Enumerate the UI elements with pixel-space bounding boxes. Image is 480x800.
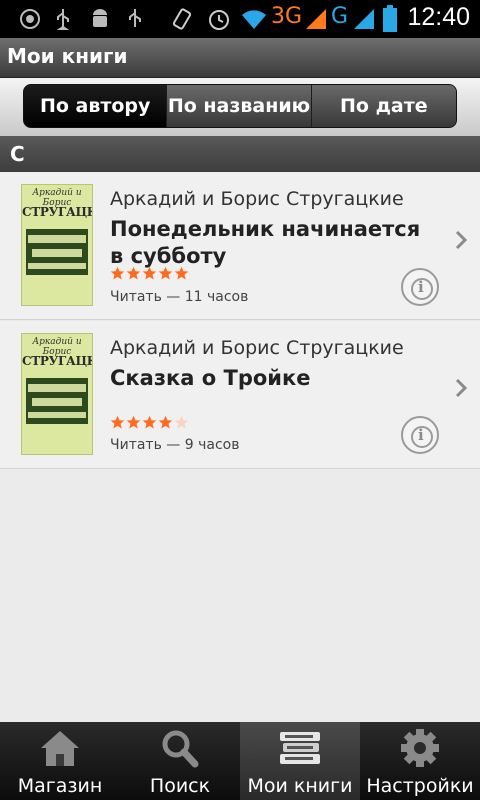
sort-bar: По автору По названию По дате xyxy=(0,78,480,136)
status-bar: 3G G 12:40 xyxy=(0,0,480,38)
usb-icon-2 xyxy=(129,9,141,27)
cover-author: Аркадий и Борис xyxy=(32,337,82,357)
cover-artwork xyxy=(26,229,88,275)
usb-icon xyxy=(56,9,70,30)
tab-store[interactable]: Магазин xyxy=(0,722,120,800)
title-bar: Мои книги xyxy=(0,38,480,78)
star-filled-icon xyxy=(158,266,173,280)
search-icon xyxy=(162,730,199,768)
tab-search[interactable]: Поиск xyxy=(120,722,240,800)
rating-stars xyxy=(110,415,189,430)
book-title: Сказка о Тройке xyxy=(110,366,311,390)
page-title: Мои книги xyxy=(7,44,128,68)
star-filled-icon xyxy=(174,266,189,280)
book-title: Понедельник начинается в субботу xyxy=(110,217,421,268)
star-filled-icon xyxy=(126,266,141,280)
tab-store-label: Магазин xyxy=(17,775,103,797)
book-row[interactable]: Аркадий и Борис СТРУГАЦКИЕ Аркадий и Бор… xyxy=(0,321,480,469)
chevron-right-icon[interactable] xyxy=(454,229,468,251)
tab-settings[interactable]: Настройки xyxy=(360,722,480,800)
tab-my-books-label: Мои книги xyxy=(247,775,353,797)
star-filled-icon xyxy=(110,266,125,280)
read-time: Читать — 11 часов xyxy=(110,289,249,305)
gear-icon xyxy=(401,729,439,767)
star-filled-icon xyxy=(126,415,141,429)
rating-stars xyxy=(110,266,189,281)
sort-by-date-tab[interactable]: По дате xyxy=(311,85,456,127)
star-empty-icon xyxy=(174,415,189,429)
book-author: Аркадий и Борис Стругацкие xyxy=(110,188,404,210)
alarm-icon xyxy=(209,10,229,30)
books-icon xyxy=(280,732,320,764)
cover-title: СТРУГАЦКИЕ xyxy=(22,205,92,219)
location-icon xyxy=(20,9,40,29)
cover-author: Аркадий и Борис xyxy=(32,188,82,208)
read-time: Читать — 9 часов xyxy=(110,437,240,453)
sort-by-title-tab[interactable]: По названию xyxy=(167,85,312,127)
signal-3g-icon xyxy=(306,9,326,29)
status-time: 12:40 xyxy=(407,3,470,31)
info-icon: i xyxy=(418,426,424,444)
book-cover: Аркадий и Борис СТРУГАЦКИЕ xyxy=(21,184,93,306)
battery-icon xyxy=(383,5,397,32)
chevron-right-icon[interactable] xyxy=(454,377,468,399)
star-filled-icon xyxy=(110,415,125,429)
vibrate-icon xyxy=(172,8,192,30)
star-filled-icon xyxy=(158,415,173,429)
sort-segmented-control: По автору По названию По дате xyxy=(23,84,457,128)
signal-g-icon xyxy=(354,9,374,29)
star-filled-icon xyxy=(142,415,157,429)
network-3g-label: 3G xyxy=(271,4,303,29)
android-debug-icon xyxy=(93,9,107,27)
info-button[interactable]: i xyxy=(401,268,439,306)
info-button[interactable]: i xyxy=(401,416,439,454)
tab-my-books[interactable]: Мои книги xyxy=(240,722,360,800)
cover-artwork xyxy=(26,378,88,424)
section-letter: С xyxy=(10,142,25,166)
network-g-label: G xyxy=(331,4,349,29)
tab-search-label: Поиск xyxy=(149,775,211,797)
bottom-tab-bar: Магазин Поиск Мои книги Настройки xyxy=(0,722,480,800)
book-cover: Аркадий и Борис СТРУГАЦКИЕ xyxy=(21,333,93,455)
info-icon: i xyxy=(418,278,424,296)
book-row[interactable]: Аркадий и Борис СТРУГАЦКИЕ Аркадий и Бор… xyxy=(0,172,480,320)
cover-title: СТРУГАЦКИЕ xyxy=(22,354,92,368)
sort-by-author-tab[interactable]: По автору xyxy=(24,85,168,127)
book-author: Аркадий и Борис Стругацкие xyxy=(110,337,404,359)
tab-settings-label: Настройки xyxy=(366,775,474,797)
section-header: С xyxy=(0,136,480,172)
home-icon xyxy=(41,731,79,766)
star-filled-icon xyxy=(142,266,157,280)
wifi-icon xyxy=(242,10,266,29)
